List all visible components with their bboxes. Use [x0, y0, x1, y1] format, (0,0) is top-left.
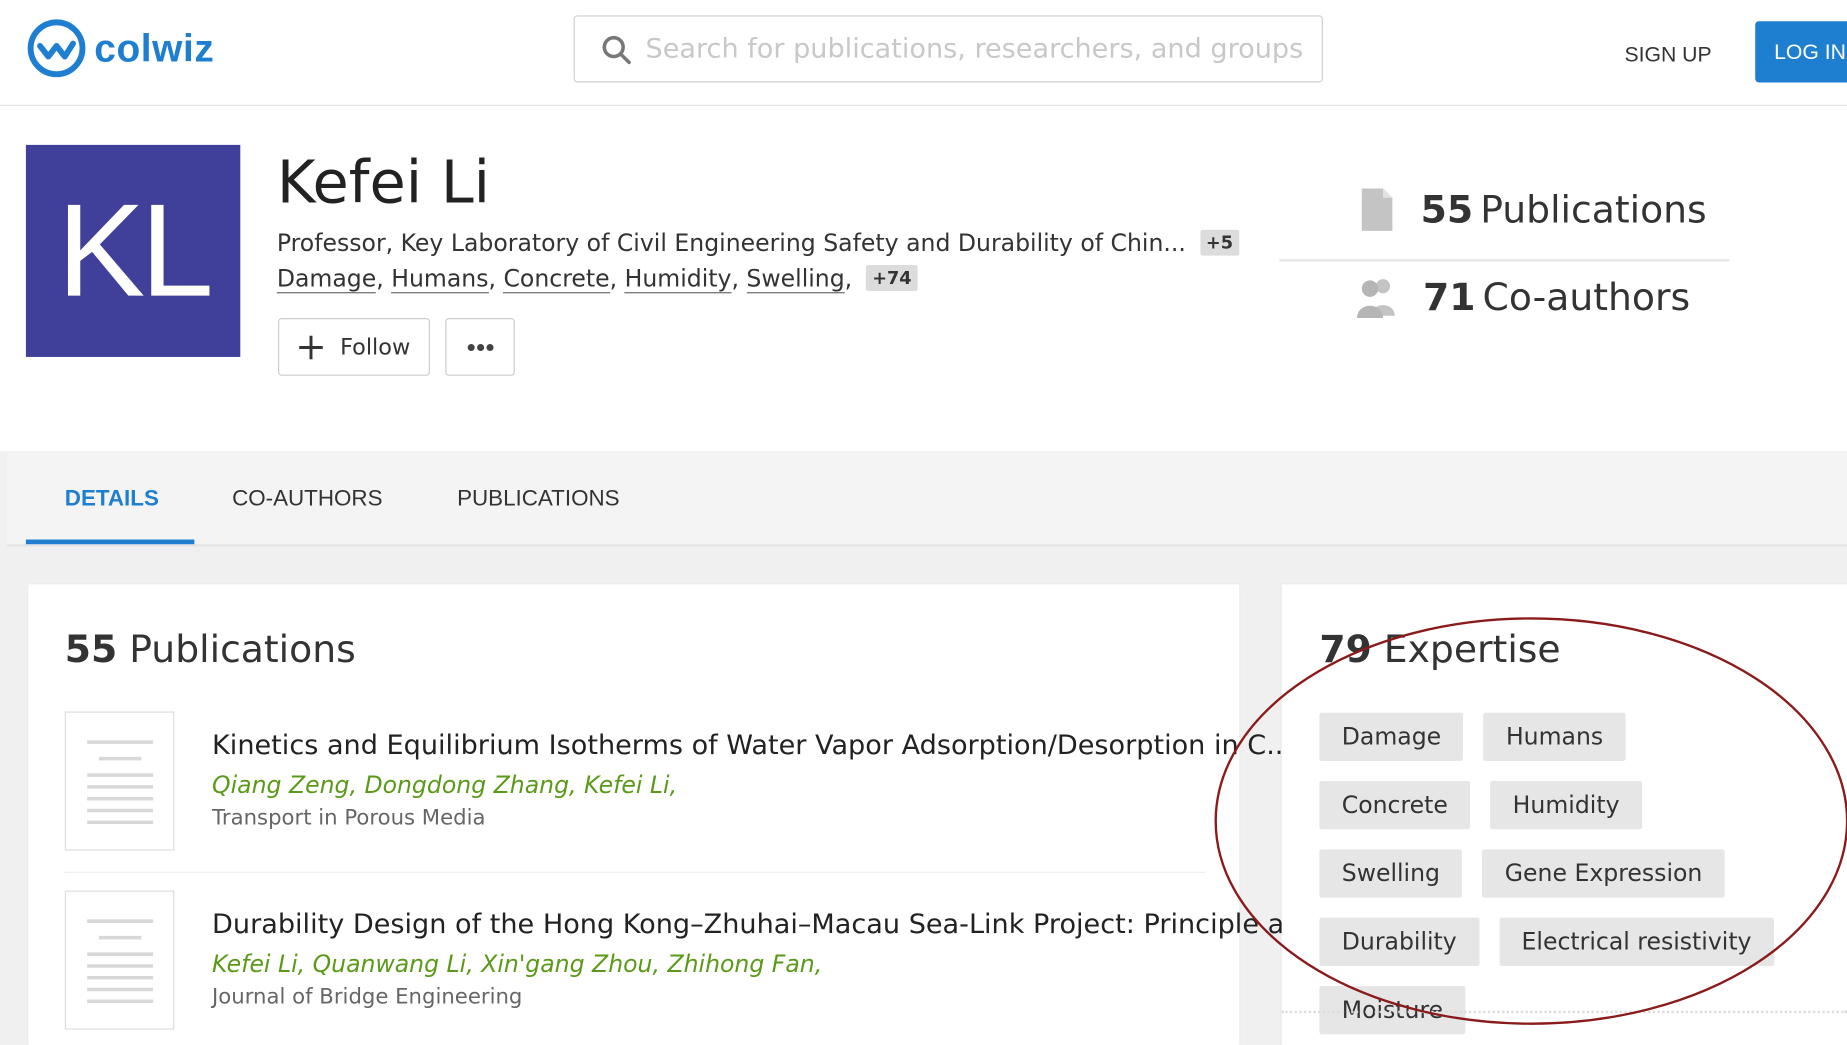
publication-authors[interactable]: Qiang Zeng, Dongdong Zhang, Kefei Li, — [212, 770, 677, 798]
document-icon — [1361, 188, 1393, 231]
coauthors-count: 71 — [1423, 274, 1476, 320]
publications-heading-label: Publications — [129, 626, 356, 672]
colwiz-logo[interactable]: colwiz — [26, 16, 215, 80]
search-box[interactable] — [573, 15, 1323, 83]
publication-journal: Journal of Bridge Engineering — [212, 984, 523, 1010]
document-thumbnail[interactable] — [64, 890, 175, 1030]
active-tab-indicator — [25, 539, 195, 545]
expertise-chip[interactable]: Humans — [1483, 712, 1626, 761]
logo-text: colwiz — [94, 25, 215, 70]
publications-count: 55 — [1420, 187, 1474, 233]
profile-name: Kefei Li — [276, 148, 491, 217]
expertise-chip[interactable]: Humidity — [1490, 781, 1642, 830]
profile-tag[interactable]: Swelling — [746, 263, 845, 294]
expertise-count: 79 — [1319, 626, 1372, 672]
expertise-divider — [1281, 1010, 1847, 1014]
tags-more-badge[interactable]: +74 — [866, 265, 918, 291]
affiliation-line: Professor, Key Laboratory of Civil Engin… — [277, 229, 1239, 257]
tab-co-authors[interactable]: CO-AUTHORS — [232, 487, 382, 513]
expertise-chip[interactable]: Electrical resistivity — [1499, 917, 1774, 966]
expertise-heading: 79 Expertise — [1319, 627, 1560, 672]
profile-tags: Damage, Humans, Concrete, Humidity, Swel… — [276, 263, 918, 294]
publications-heading-count: 55 — [64, 626, 118, 672]
top-bar: colwiz SIGN UP LOG IN — [0, 0, 1847, 107]
profile-tag[interactable]: Humidity — [624, 263, 732, 294]
more-icon — [467, 343, 493, 351]
expertise-chip[interactable]: Swelling — [1319, 849, 1463, 898]
coauthors-stat-label: Co-authors — [1482, 274, 1691, 320]
document-lines-icon — [87, 740, 154, 825]
expertise-chip[interactable]: Gene Expression — [1482, 849, 1725, 898]
affiliation-more-badge[interactable]: +5 — [1200, 229, 1239, 256]
publications-stat-label: Publications — [1480, 187, 1707, 233]
profile-tabs: DETAILS CO-AUTHORS PUBLICATIONS — [7, 452, 1847, 547]
search-icon — [602, 35, 631, 64]
log-in-button[interactable]: LOG IN — [1755, 21, 1847, 83]
publications-card: 55 Publications Kinetics and Equilibrium… — [28, 584, 1310, 1045]
search-input[interactable] — [643, 24, 1322, 74]
sign-up-link[interactable]: SIGN UP — [1609, 31, 1727, 78]
stats-divider — [1279, 259, 1730, 262]
expertise-chip[interactable]: Damage — [1319, 712, 1464, 761]
more-options-button[interactable] — [445, 318, 515, 376]
affiliation-text: Professor, Key Laboratory of Civil Engin… — [276, 228, 1186, 257]
tab-details[interactable]: DETAILS — [65, 487, 159, 513]
coauthors-stat[interactable]: 71 Co-authors — [1355, 274, 1690, 319]
expertise-chip[interactable]: Durability — [1319, 917, 1480, 966]
expertise-chip[interactable]: Concrete — [1319, 781, 1471, 830]
document-thumbnail[interactable] — [64, 711, 175, 851]
avatar: KL — [25, 144, 241, 357]
colwiz-logo-icon — [27, 19, 86, 78]
publication-title[interactable]: Kinetics and Equilibrium Isotherms of Wa… — [212, 730, 1292, 761]
publication-title[interactable]: Durability Design of the Hong Kong–Zhuha… — [212, 909, 1310, 940]
publication-divider — [64, 871, 1206, 873]
plus-icon — [298, 335, 323, 359]
users-icon — [1357, 279, 1395, 319]
publication-journal: Transport in Porous Media — [212, 805, 486, 831]
publications-heading: 55 Publications — [65, 627, 356, 672]
profile-header: KL Kefei Li Professor, Key Laboratory of… — [0, 106, 1847, 452]
publications-stat[interactable]: 55 Publications — [1355, 186, 1707, 233]
follow-label: Follow — [340, 333, 411, 360]
publication-item[interactable]: Durability Design of the Hong Kong–Zhuha… — [64, 890, 1310, 1038]
publication-authors[interactable]: Kefei Li, Quanwang Li, Xin'gang Zhou, Zh… — [212, 949, 822, 977]
profile-tag[interactable]: Concrete — [503, 263, 610, 294]
document-lines-icon — [87, 919, 154, 1004]
expertise-label: Expertise — [1383, 626, 1561, 672]
profile-tag[interactable]: Humans — [391, 263, 489, 294]
follow-button[interactable]: Follow — [278, 318, 430, 376]
profile-tag[interactable]: Damage — [276, 263, 377, 294]
expertise-card: 79 Expertise Damage Humans Concrete Humi… — [1281, 584, 1847, 1045]
expertise-chips: Damage Humans Concrete Humidity Swelling… — [1319, 712, 1814, 1045]
publication-item[interactable]: Kinetics and Equilibrium Isotherms of Wa… — [64, 711, 1292, 859]
tab-publications[interactable]: PUBLICATIONS — [457, 487, 620, 513]
